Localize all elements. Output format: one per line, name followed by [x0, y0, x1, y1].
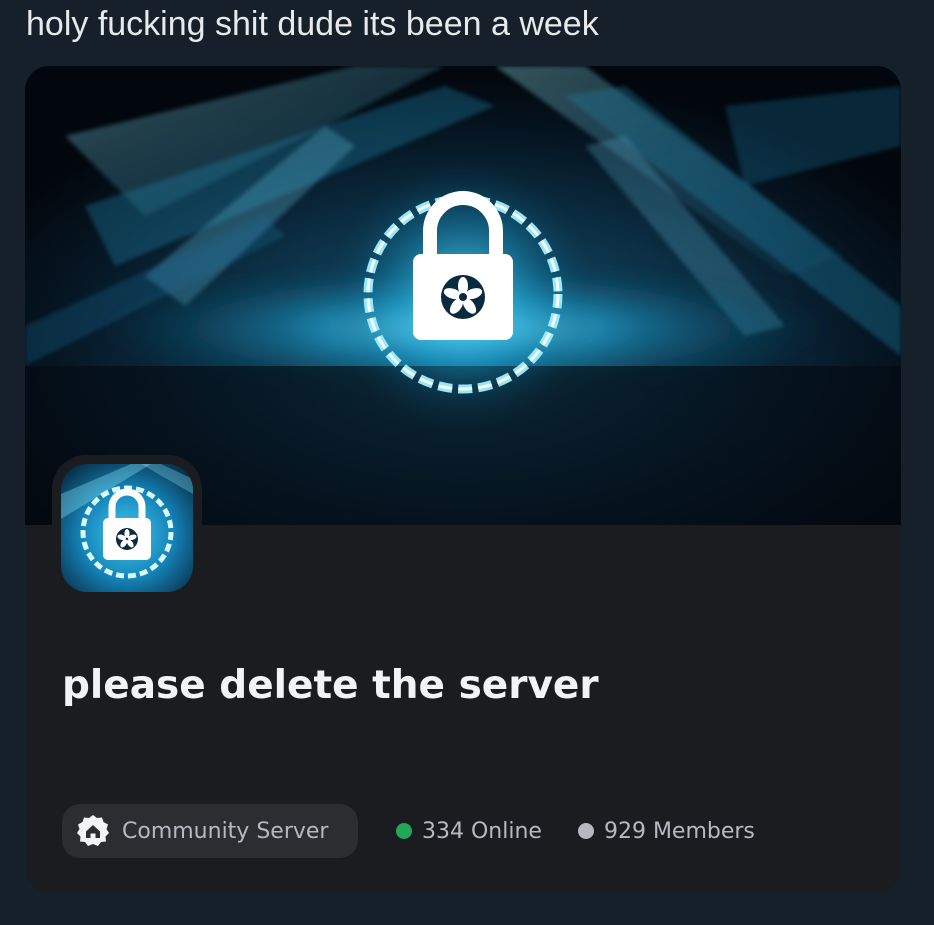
server-stats: Community Server 334 Online 929 Members — [62, 804, 755, 858]
tweet-text: holy fucking shit dude its been a week — [26, 5, 599, 43]
server-name: please delete the server — [62, 663, 599, 708]
member-count-text: 929 Members — [603, 818, 755, 844]
home-badge-icon — [77, 815, 109, 846]
online-count: 334 Online — [396, 819, 542, 844]
community-server-badge: Community Server — [62, 804, 358, 858]
online-status-dot-icon — [396, 823, 412, 839]
members-dot-icon — [577, 823, 594, 839]
server-avatar-lock-icon — [61, 464, 193, 592]
online-count-text: 334 Online — [422, 818, 542, 844]
community-server-label: Community Server — [122, 818, 329, 844]
member-count: 929 Members — [577, 818, 755, 844]
server-invite-card[interactable]: please delete the server Community Serve… — [25, 66, 901, 893]
server-avatar-frame — [52, 455, 202, 601]
